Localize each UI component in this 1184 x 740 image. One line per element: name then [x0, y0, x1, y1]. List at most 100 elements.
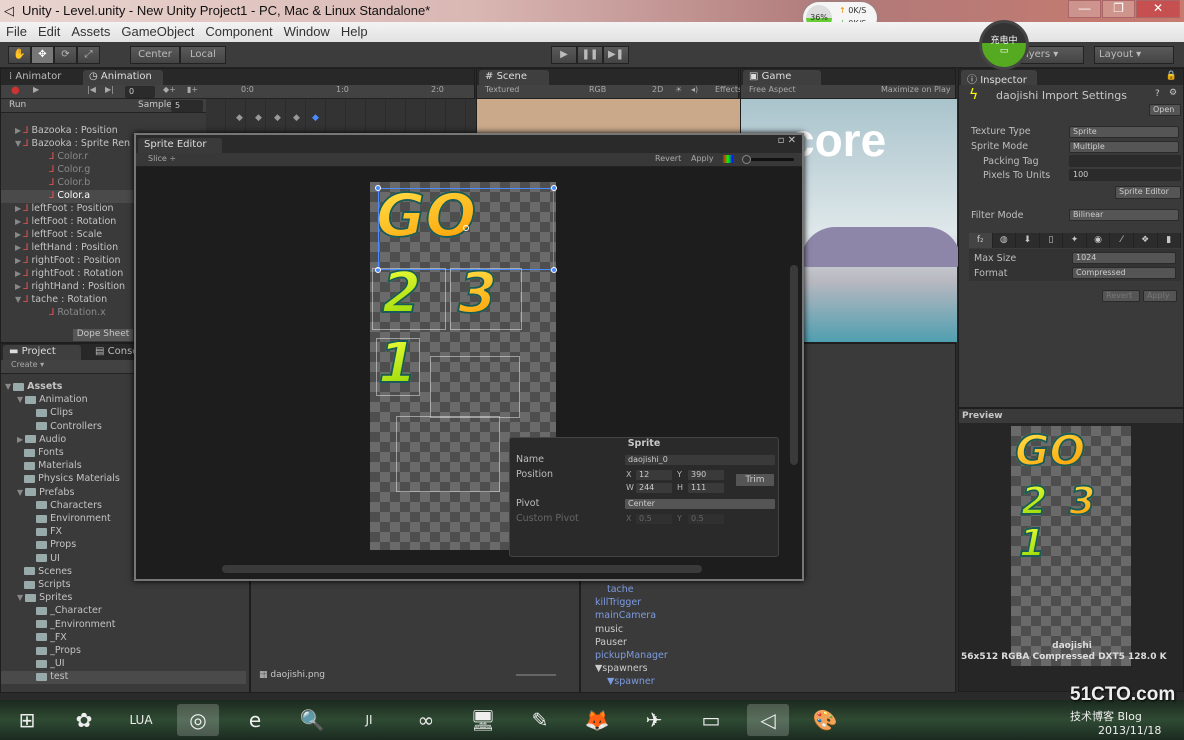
taskbar-app-icon[interactable]: ∞ — [405, 704, 447, 736]
platform-tab-icon[interactable]: ⁄ — [1110, 233, 1134, 248]
open-button[interactable]: Open — [1149, 104, 1181, 116]
taskbar-app-icon[interactable]: ✎ — [519, 704, 561, 736]
sprite-rect[interactable] — [430, 356, 520, 418]
expand-icon[interactable]: ▶ — [17, 435, 23, 444]
expand-icon[interactable] — [29, 606, 34, 615]
taskbar-app-icon[interactable]: 🔍 — [291, 704, 333, 736]
platform-tab-icon[interactable]: ▯ — [1040, 233, 1064, 248]
lighting-icon[interactable]: ☀ — [675, 85, 682, 94]
vertical-scrollbar[interactable] — [790, 265, 798, 465]
taskbar-app-icon[interactable]: JI — [348, 704, 390, 736]
taskbar-app-icon[interactable]: ✈ — [633, 704, 675, 736]
taskbar-app-icon[interactable]: ◁ — [747, 704, 789, 736]
create-dropdown[interactable]: Create ▾ — [11, 360, 44, 369]
hierarchy-item[interactable]: mainCamera — [595, 610, 656, 621]
tab-animator[interactable]: ⁞ Animator — [3, 70, 68, 85]
pixels-to-units-field[interactable]: 100 — [1069, 169, 1181, 181]
pivot-local-toggle[interactable]: Local — [180, 46, 226, 64]
menu-assets[interactable]: Assets — [71, 24, 110, 40]
taskbar-app-icon[interactable]: ✿ — [63, 704, 105, 736]
sample-field[interactable]: 5 — [171, 100, 203, 112]
tab-game[interactable]: ▣ Game — [743, 70, 821, 85]
position-x-field[interactable]: 12 — [635, 469, 673, 481]
menu-gameobject[interactable]: GameObject — [121, 24, 194, 40]
keyframe-icon[interactable]: ◆ — [274, 113, 281, 123]
menu-edit[interactable]: Edit — [38, 24, 60, 40]
help-icon[interactable]: ? — [1155, 89, 1160, 99]
move-tool-icon[interactable]: ✥ — [31, 46, 54, 64]
hierarchy-item[interactable]: pickupManager — [595, 650, 668, 661]
hierarchy-item[interactable]: Pauser — [595, 637, 627, 648]
expand-icon[interactable] — [29, 633, 34, 642]
tab-animation[interactable]: ◷ Animation — [83, 70, 163, 85]
expand-icon[interactable] — [29, 422, 34, 431]
keyframe-icon[interactable]: ◆ — [293, 113, 300, 123]
expand-icon[interactable]: ▶ — [15, 269, 21, 278]
tab-project[interactable]: ▬ Project — [3, 345, 81, 360]
record-button[interactable]: ● — [11, 85, 20, 96]
expand-icon[interactable]: ▶ — [15, 256, 21, 265]
project-folder[interactable]: _UI — [1, 658, 246, 671]
expand-icon[interactable] — [29, 672, 34, 681]
expand-icon[interactable]: ▼ — [17, 593, 23, 602]
taskbar-app-icon[interactable]: 🦊 — [576, 704, 618, 736]
tab-inspector[interactable]: ⓘ Inspector — [961, 70, 1037, 86]
filter-mode-dropdown[interactable]: Bilinear — [1069, 209, 1179, 221]
height-field[interactable]: 111 — [687, 482, 725, 494]
sprite-name-field[interactable]: daojishi_0 — [624, 454, 776, 466]
platform-tab-icon[interactable]: ◍ — [993, 233, 1017, 248]
anim-play-button[interactable]: ▶ — [33, 85, 39, 94]
format-dropdown[interactable]: Compressed — [1072, 267, 1176, 279]
project-folder[interactable]: _Props — [1, 645, 246, 658]
taskbar-app-icon[interactable]: 🖥 — [462, 704, 504, 736]
slice-dropdown[interactable]: Slice ÷ — [148, 154, 176, 163]
play-button[interactable]: ▶ — [551, 46, 577, 64]
platform-tab-icon[interactable]: ✦ — [1063, 233, 1087, 248]
hierarchy-item[interactable]: ▼spawners — [595, 663, 648, 674]
pause-button[interactable]: ❚❚ — [577, 46, 603, 64]
hierarchy-item[interactable]: ▼spawner — [607, 676, 655, 687]
sprite-rect[interactable] — [372, 268, 446, 330]
resize-handle[interactable] — [551, 267, 557, 273]
menu-help[interactable]: Help — [341, 24, 368, 40]
platform-tab-icon[interactable]: ▮ — [1158, 233, 1182, 248]
step-button[interactable]: ▶❚ — [603, 46, 629, 64]
pivot-dropdown[interactable]: Center — [624, 498, 776, 510]
pivot-center-toggle[interactable]: Center — [130, 46, 180, 64]
menu-file[interactable]: File — [6, 24, 27, 40]
2d-toggle[interactable]: 2D — [652, 85, 663, 94]
texture-type-dropdown[interactable]: Sprite — [1069, 126, 1179, 138]
lock-icon[interactable]: 🔒 — [1166, 71, 1177, 81]
keyframe-icon[interactable]: ◆ — [312, 113, 319, 123]
clip-dropdown[interactable]: Run — [9, 100, 26, 110]
taskbar-app-icon[interactable]: 🎨 — [804, 704, 846, 736]
sprite-rect[interactable] — [396, 416, 500, 492]
color-channel-dropdown[interactable]: RGB — [589, 85, 606, 94]
position-y-field[interactable]: 390 — [687, 469, 725, 481]
maximize-button[interactable]: ❐ — [1102, 0, 1135, 18]
selected-file[interactable]: ▦ daojishi.png — [259, 670, 325, 680]
clock-date[interactable]: 2013/11/18 — [1098, 724, 1161, 737]
zoom-slider[interactable] — [742, 155, 794, 164]
project-folder[interactable]: _FX — [1, 632, 246, 645]
hierarchy-item[interactable]: tache — [607, 584, 634, 595]
trim-button[interactable]: Trim — [735, 473, 775, 487]
max-size-dropdown[interactable]: 1024 — [1072, 252, 1176, 264]
project-folder[interactable]: _Character — [1, 605, 246, 618]
taskbar-app-icon[interactable]: e — [234, 704, 276, 736]
menu-component[interactable]: Component — [205, 24, 272, 40]
expand-icon[interactable] — [29, 646, 34, 655]
expand-icon[interactable]: ▶ — [15, 217, 21, 226]
next-key-button[interactable]: ▶| — [105, 85, 114, 94]
resize-handle[interactable] — [551, 185, 557, 191]
expand-icon[interactable]: ▶ — [15, 243, 21, 252]
taskbar-app-icon[interactable]: ▭ — [690, 704, 732, 736]
revert-button[interactable]: Revert — [1102, 290, 1140, 302]
expand-icon[interactable] — [17, 448, 22, 457]
keyframe-icon[interactable]: ◆ — [236, 113, 243, 123]
scale-tool-icon[interactable]: ⤢ — [77, 46, 100, 64]
tab-scene[interactable]: # Scene — [479, 70, 549, 85]
sprite-editor-revert-button[interactable]: Revert — [655, 154, 681, 163]
frame-field[interactable]: 0 — [125, 86, 155, 98]
project-folder[interactable]: _Environment — [1, 619, 246, 632]
